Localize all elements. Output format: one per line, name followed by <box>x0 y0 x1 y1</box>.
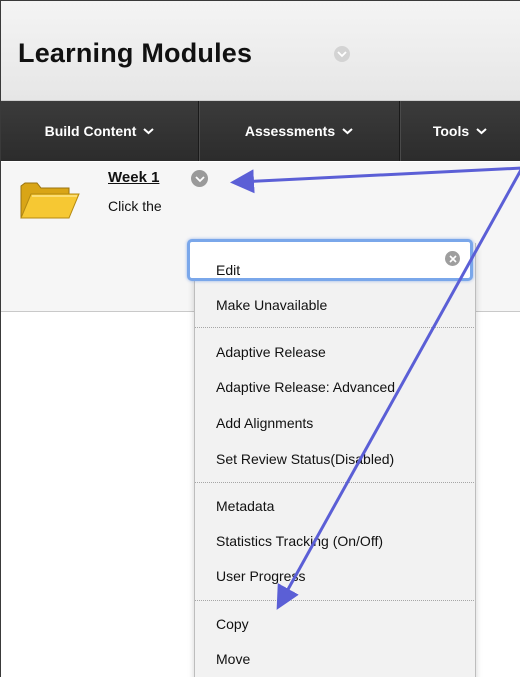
chevron-down-icon <box>143 127 155 135</box>
content-toolbar: Build Content Assessments Tools <box>1 101 520 161</box>
menu-item-copy[interactable]: Copy <box>216 616 249 632</box>
assessments-label: Assessments <box>244 123 336 139</box>
chevron-down-icon <box>476 127 487 135</box>
page-title: Learning Modules <box>18 38 253 68</box>
menu-divider <box>195 482 474 483</box>
chevron-down-icon <box>342 127 353 135</box>
menu-item-move[interactable]: Move <box>216 651 250 667</box>
content-item-title-link[interactable]: Week 1 <box>108 169 159 186</box>
menu-item-make-unavailable[interactable]: Make Unavailable <box>216 297 327 313</box>
build-content-button[interactable]: Build Content <box>1 101 198 161</box>
clear-icon[interactable] <box>445 251 460 266</box>
menu-item-metadata[interactable]: Metadata <box>216 498 274 514</box>
menu-item-edit[interactable]: Edit <box>216 262 240 278</box>
chevron-down-icon[interactable] <box>191 170 208 187</box>
menu-item-set-review-status[interactable]: Set Review Status(Disabled) <box>216 451 394 467</box>
menu-item-adaptive-release-advanced[interactable]: Adaptive Release: Advanced <box>216 379 395 395</box>
page-header: Learning Modules <box>1 1 520 101</box>
menu-item-statistics-tracking[interactable]: Statistics Tracking (On/Off) <box>216 533 383 549</box>
tools-button[interactable]: Tools <box>400 101 520 161</box>
chevron-down-icon[interactable] <box>334 46 350 62</box>
folder-icon <box>19 178 81 227</box>
menu-item-user-progress[interactable]: User Progress <box>216 568 305 584</box>
menu-divider <box>195 327 474 328</box>
build-content-label: Build Content <box>44 123 137 139</box>
content-item-description: Click the <box>108 198 162 214</box>
tools-label: Tools <box>432 123 470 139</box>
menu-divider <box>195 600 474 601</box>
menu-item-adaptive-release[interactable]: Adaptive Release <box>216 344 326 360</box>
assessments-button[interactable]: Assessments <box>199 101 399 161</box>
menu-item-add-alignments[interactable]: Add Alignments <box>216 415 313 431</box>
app-window: Learning Modules Build Content Assessmen… <box>0 0 520 677</box>
